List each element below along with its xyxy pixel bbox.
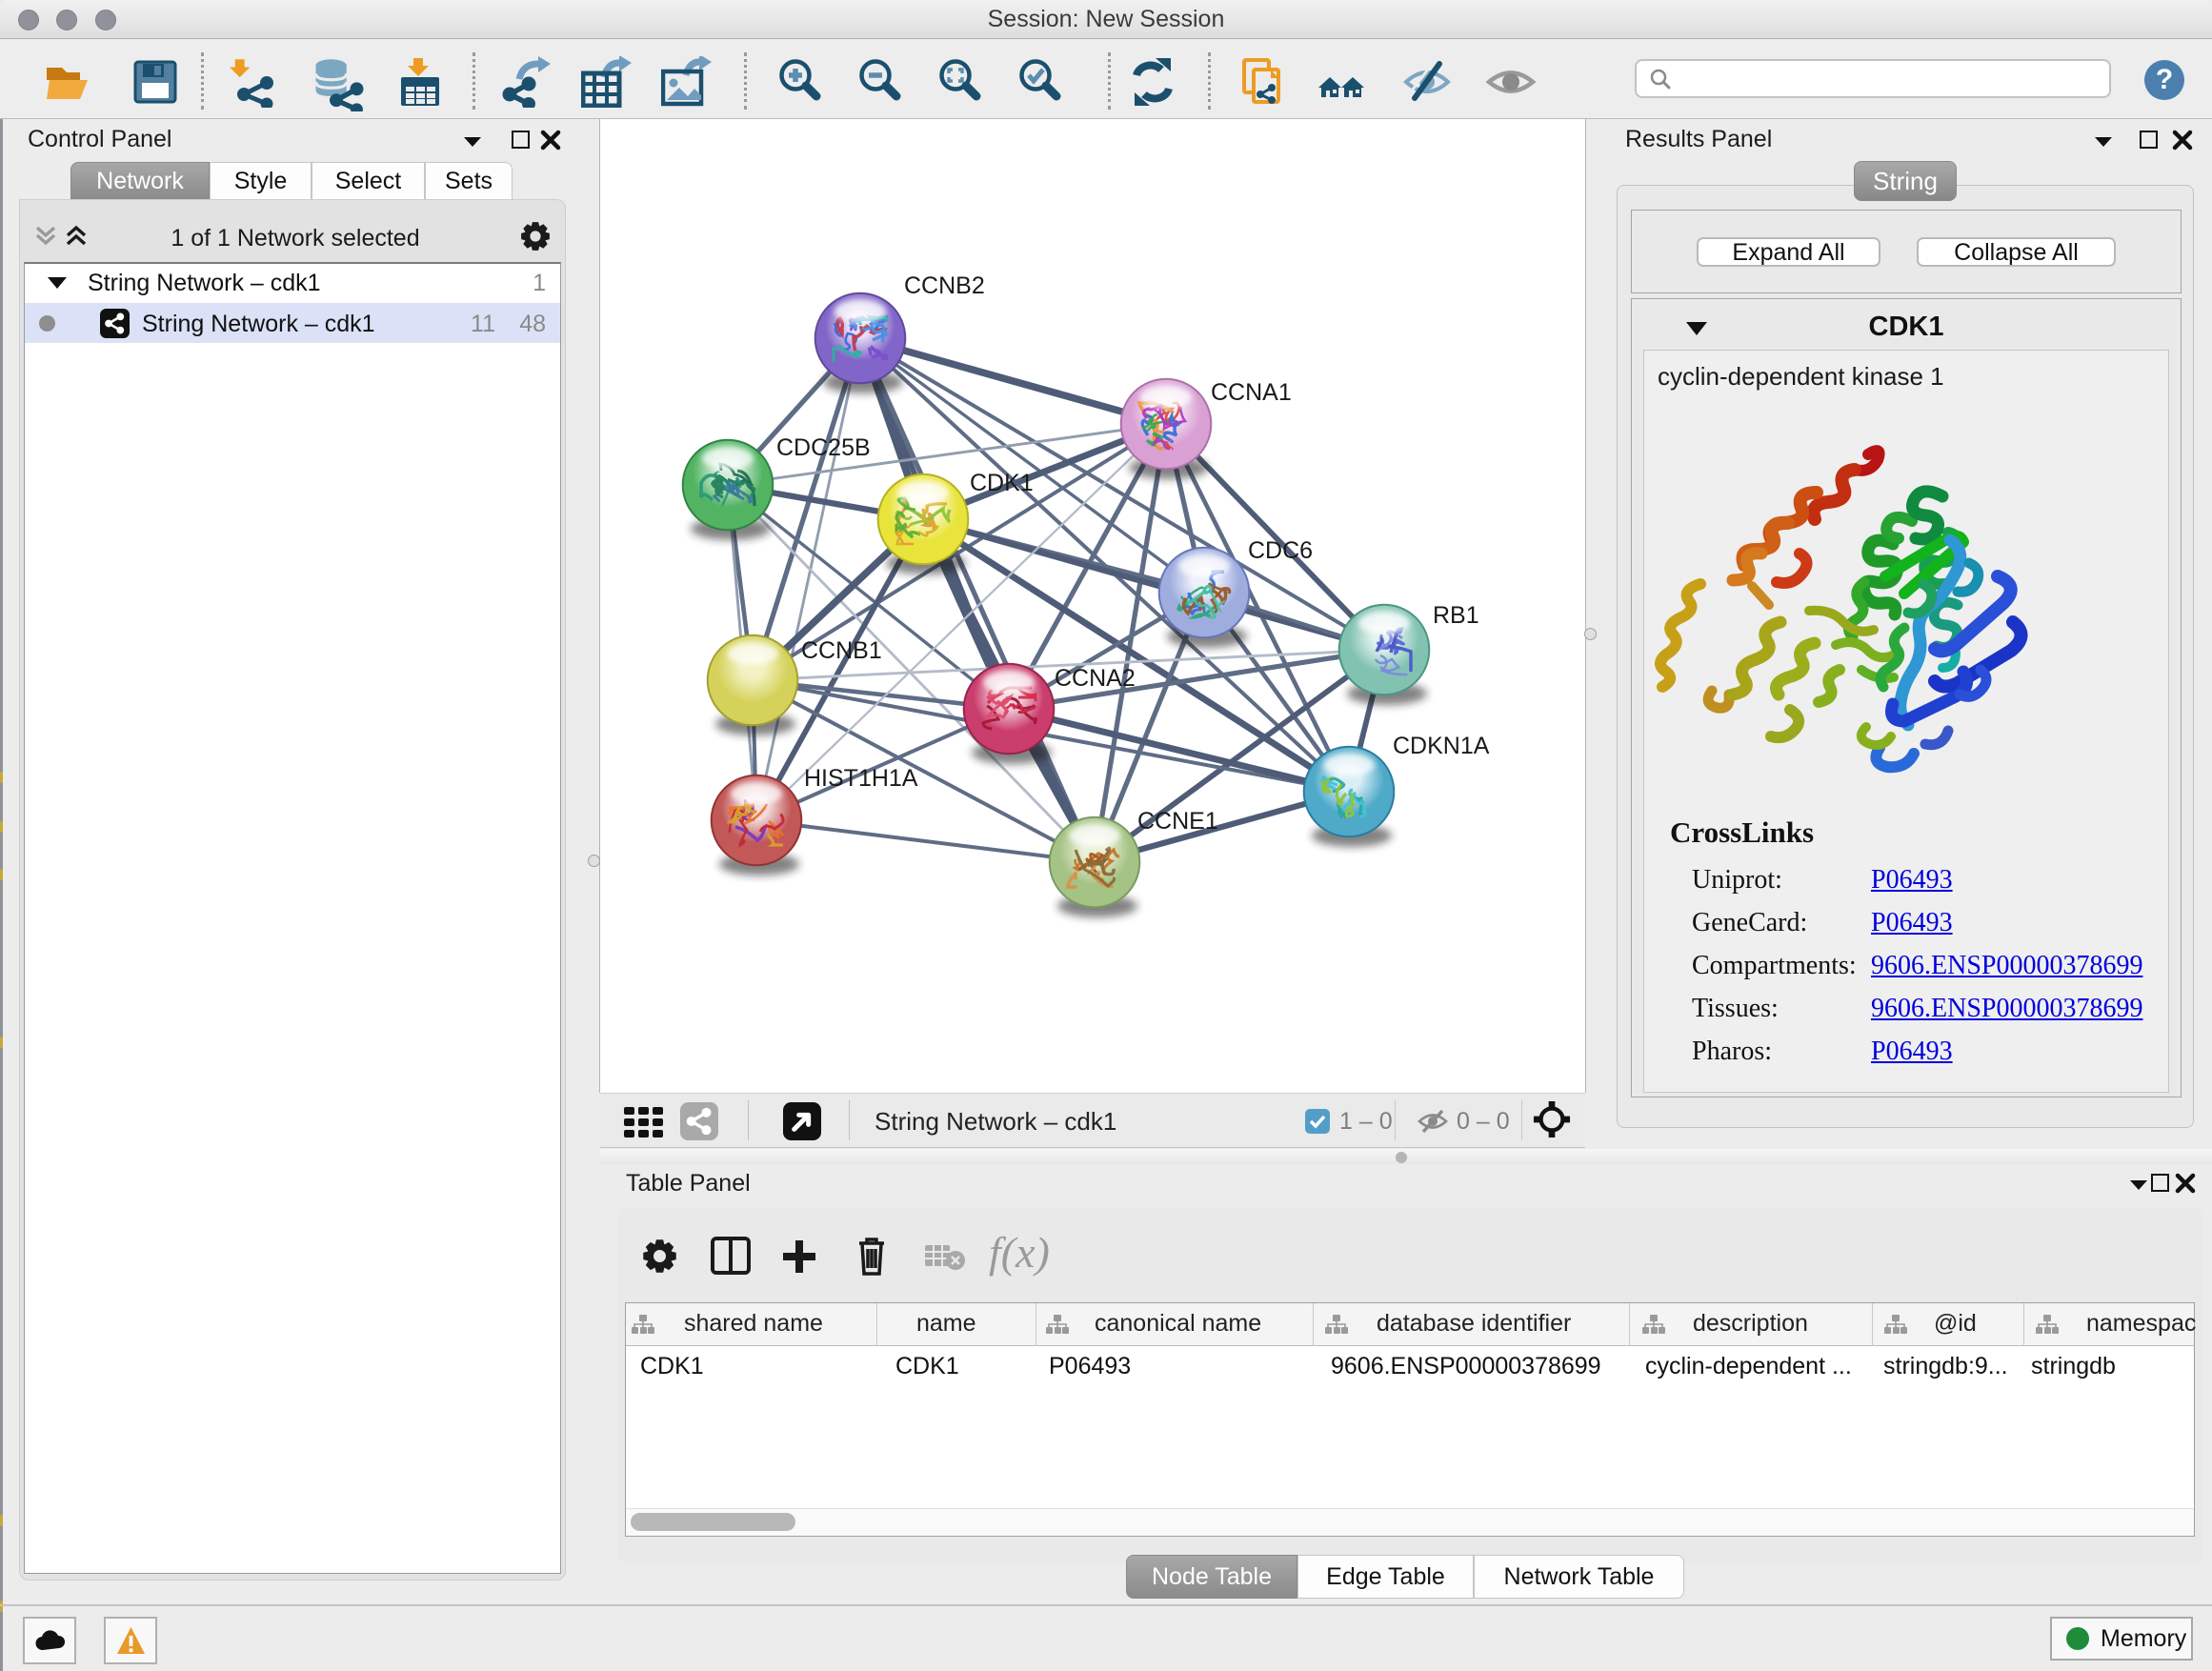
svg-text:CDC6: CDC6 <box>1248 537 1313 564</box>
svg-text:CCNB2: CCNB2 <box>904 272 985 299</box>
svg-text:CCNA1: CCNA1 <box>1211 379 1292 406</box>
svg-text:HIST1H1A: HIST1H1A <box>804 765 918 792</box>
svg-text:CDC25B: CDC25B <box>776 434 871 461</box>
svg-text:CDKN1A: CDKN1A <box>1393 733 1490 759</box>
svg-text:CDK1: CDK1 <box>970 470 1034 496</box>
svg-text:CCNA2: CCNA2 <box>1055 665 1136 692</box>
svg-text:CCNE1: CCNE1 <box>1137 808 1218 835</box>
svg-text:CCNB1: CCNB1 <box>801 637 882 664</box>
svg-text:RB1: RB1 <box>1433 602 1479 629</box>
